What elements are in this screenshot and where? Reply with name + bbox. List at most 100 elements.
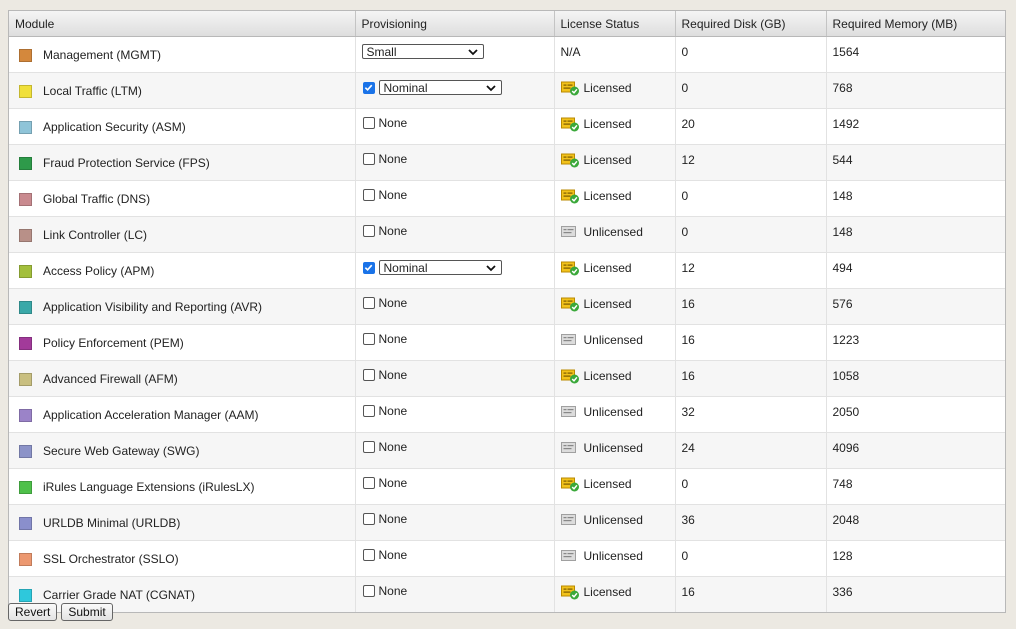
- provisioning-level-label: None: [378, 512, 408, 526]
- provisioning-cell: None: [355, 108, 555, 145]
- required-memory-cell: 576: [826, 288, 1005, 325]
- license-status: Unlicensed: [560, 404, 675, 420]
- license-status-cell: Unlicensed: [554, 540, 676, 577]
- provision-checkbox[interactable]: [362, 549, 375, 561]
- required-memory-value: 576: [832, 297, 853, 311]
- license-status-text: Licensed: [583, 153, 632, 167]
- module-color-swatch: [19, 336, 32, 350]
- provision-checkbox[interactable]: [362, 81, 375, 94]
- provisioning-select[interactable]: Nominal: [378, 80, 502, 95]
- license-status-cell: Licensed: [554, 180, 676, 217]
- provisioning-level-label: None: [378, 368, 408, 382]
- module-color-swatch: [19, 516, 32, 530]
- required-memory-cell: 336: [826, 576, 1005, 612]
- license-status-cell: Licensed: [554, 72, 676, 109]
- provisioning-control: None: [362, 368, 554, 382]
- provision-checkbox[interactable]: [362, 297, 375, 309]
- provisioning-select[interactable]: Small: [361, 44, 484, 59]
- provisioning-level-label: None: [378, 224, 408, 238]
- license-status: Unlicensed: [560, 332, 675, 348]
- provision-checkbox[interactable]: [362, 333, 375, 345]
- module-name: Access Policy (APM): [19, 264, 355, 278]
- table-row: Application Visibility and Reporting (AV…: [9, 288, 1005, 325]
- module-label: Application Security (ASM): [43, 120, 186, 134]
- license-status: Licensed: [560, 584, 675, 600]
- revert-button[interactable]: Revert: [8, 603, 58, 621]
- provisioning-cell: Small: [355, 36, 555, 73]
- provisioning-control: Nominal: [362, 260, 554, 275]
- module-color-swatch: [19, 372, 32, 386]
- provisioning-control: None: [362, 296, 554, 310]
- license-status-text: Unlicensed: [583, 405, 643, 419]
- provision-checkbox[interactable]: [362, 405, 375, 417]
- table-row: URLDB Minimal (URLDB) None Unlicensed 36 204…: [9, 504, 1005, 541]
- module-cell: Advanced Firewall (AFM): [9, 360, 356, 397]
- provision-checkbox[interactable]: [362, 441, 375, 453]
- required-disk-cell: 0: [675, 540, 827, 577]
- required-memory-value: 1564: [832, 45, 860, 59]
- provisioning-level-label: None: [378, 116, 408, 130]
- provisioning-cell: None: [355, 288, 555, 325]
- provision-checkbox[interactable]: [362, 369, 375, 381]
- module-label: Carrier Grade NAT (CGNAT): [43, 588, 196, 602]
- table-row: Application Acceleration Manager (AAM) No…: [9, 396, 1005, 433]
- module-cell: Fraud Protection Service (FPS): [9, 144, 356, 181]
- module-cell: Link Controller (LC): [9, 216, 356, 253]
- submit-button[interactable]: Submit: [61, 603, 113, 621]
- provisioning-level-label: None: [378, 404, 408, 418]
- provisioning-cell: None: [355, 396, 555, 433]
- module-cell: Application Security (ASM): [9, 108, 356, 145]
- license-status: Unlicensed: [560, 224, 675, 240]
- required-disk-cell: 36: [675, 504, 827, 541]
- module-cell: iRules Language Extensions (iRulesLX): [9, 468, 356, 505]
- provision-checkbox[interactable]: [362, 513, 375, 525]
- provision-checkbox[interactable]: [362, 189, 375, 201]
- column-header-provisioning[interactable]: Provisioning: [355, 11, 555, 37]
- license-status-text: Unlicensed: [583, 225, 643, 239]
- required-disk-value: 0: [681, 45, 689, 59]
- required-disk-cell: 0: [675, 36, 827, 73]
- unlicensed-icon: [560, 440, 580, 456]
- required-memory-cell: 544: [826, 144, 1005, 181]
- module-cell: Application Acceleration Manager (AAM): [9, 396, 356, 433]
- chevron-down-icon: [485, 261, 496, 275]
- column-header-license-status[interactable]: License Status: [554, 11, 676, 37]
- required-disk-cell: 16: [675, 576, 827, 612]
- required-disk-cell: 0: [675, 468, 827, 505]
- unlicensed-icon: [560, 224, 580, 240]
- required-memory-value: 2048: [832, 513, 860, 527]
- provisioning-table-container: Module Provisioning License Status Requi…: [8, 10, 1006, 613]
- license-status-text: Licensed: [583, 189, 632, 203]
- provision-checkbox[interactable]: [362, 153, 375, 165]
- table-row: SSL Orchestrator (SSLO) None Unlicensed 0 12…: [9, 540, 1005, 577]
- provisioning-select[interactable]: Nominal: [378, 260, 502, 275]
- provisioning-control: Nominal: [362, 80, 554, 95]
- column-header-required-disk[interactable]: Required Disk (GB): [675, 11, 827, 37]
- column-header-module[interactable]: Module: [9, 11, 356, 37]
- module-name: iRules Language Extensions (iRulesLX): [19, 480, 355, 494]
- required-memory-cell: 128: [826, 540, 1005, 577]
- module-name: Management (MGMT): [19, 48, 355, 62]
- provision-checkbox[interactable]: [362, 477, 375, 489]
- required-memory-value: 1223: [832, 333, 860, 347]
- license-status-text: Unlicensed: [583, 333, 643, 347]
- module-name: Secure Web Gateway (SWG): [19, 444, 355, 458]
- required-memory-cell: 1564: [826, 36, 1005, 73]
- licensed-icon: [560, 368, 580, 384]
- required-memory-cell: 768: [826, 72, 1005, 109]
- table-row: Access Policy (APM) Nominal Licensed 12 494: [9, 252, 1005, 289]
- required-disk-value: 36: [681, 513, 695, 527]
- module-cell: Global Traffic (DNS): [9, 180, 356, 217]
- provisioning-control: None: [362, 548, 554, 562]
- provisioning-control: None: [362, 404, 554, 418]
- required-memory-value: 336: [832, 585, 853, 599]
- provision-checkbox[interactable]: [362, 261, 375, 274]
- module-cell: SSL Orchestrator (SSLO): [9, 540, 356, 577]
- module-label: iRules Language Extensions (iRulesLX): [43, 480, 255, 494]
- provision-checkbox[interactable]: [362, 585, 375, 597]
- required-memory-value: 1058: [832, 369, 860, 383]
- column-header-required-memory[interactable]: Required Memory (MB): [826, 11, 1005, 37]
- provision-checkbox[interactable]: [362, 225, 375, 237]
- module-label: Fraud Protection Service (FPS): [43, 156, 210, 170]
- provision-checkbox[interactable]: [362, 117, 375, 129]
